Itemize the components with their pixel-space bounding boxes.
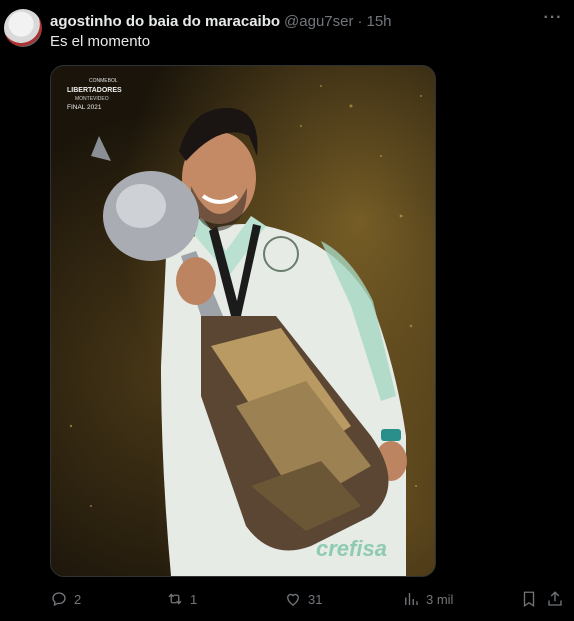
heart-icon bbox=[287, 593, 299, 606]
tweet-header: agostinho do baia do maracaibo @agu7ser … bbox=[50, 11, 534, 31]
shirt-sponsor: crefisa bbox=[316, 536, 387, 561]
tweet-text: Es el momento bbox=[50, 33, 151, 50]
repost-count: 1 bbox=[190, 591, 198, 607]
views-icon bbox=[405, 593, 418, 605]
tweet-media-image[interactable]: crefisa CONMEBOL LIBERTADORES MONTEVIDEO… bbox=[50, 65, 436, 577]
separator: · bbox=[357, 12, 363, 30]
repost-icon bbox=[168, 593, 182, 605]
more-horizontal-icon: ··· bbox=[543, 9, 563, 26]
views-count: 3 mil bbox=[426, 591, 454, 607]
svg-text:MONTEVIDEO: MONTEVIDEO bbox=[75, 96, 109, 102]
bookmark-button[interactable] bbox=[520, 588, 538, 610]
svg-text:CONMEBOL: CONMEBOL bbox=[89, 78, 118, 84]
svg-text:FINAL 2021: FINAL 2021 bbox=[67, 104, 102, 111]
avatar[interactable] bbox=[4, 9, 42, 47]
bookmark-icon bbox=[523, 591, 535, 608]
author-handle[interactable]: @agu7ser bbox=[284, 13, 353, 30]
reply-icon bbox=[52, 592, 66, 607]
libertadores-logo: CONMEBOL LIBERTADORES MONTEVIDEO FINAL 2… bbox=[67, 78, 122, 111]
like-button[interactable]: 31 bbox=[284, 588, 322, 610]
photo-illustration: crefisa CONMEBOL LIBERTADORES MONTEVIDEO… bbox=[67, 78, 422, 576]
repost-button[interactable]: 1 bbox=[166, 588, 197, 610]
timestamp[interactable]: 15h bbox=[366, 13, 391, 30]
author-name[interactable]: agostinho do baia do maracaibo bbox=[50, 13, 280, 30]
more-options-button[interactable]: ··· bbox=[542, 8, 564, 28]
reply-button[interactable]: 2 bbox=[50, 588, 81, 610]
tweet-actions: 2 1 31 3 mil bbox=[50, 588, 562, 610]
share-icon bbox=[548, 591, 562, 606]
like-count: 31 bbox=[308, 591, 323, 607]
share-button[interactable] bbox=[546, 588, 564, 610]
views-button[interactable]: 3 mil bbox=[402, 588, 453, 610]
svg-text:LIBERTADORES: LIBERTADORES bbox=[67, 87, 122, 94]
reply-count: 2 bbox=[74, 591, 82, 607]
